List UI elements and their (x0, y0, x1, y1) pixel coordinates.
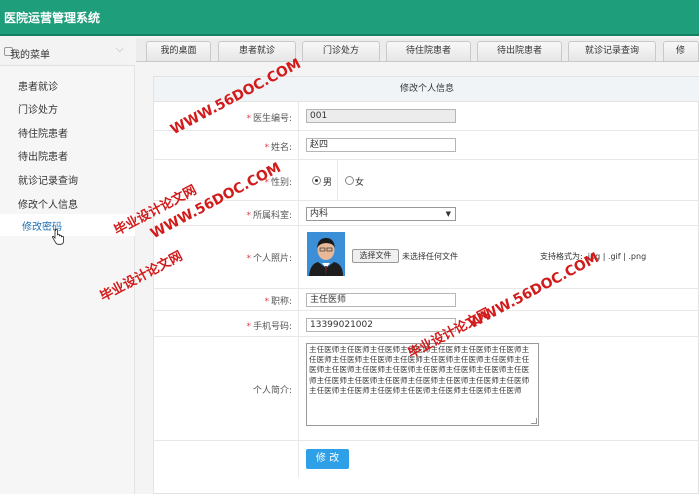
required-mark: * (246, 322, 251, 332)
sidebar-item-visit-records[interactable]: 就诊记录查询 (0, 168, 135, 190)
chevron-down-icon: ⌵ (116, 44, 124, 55)
department-label: 所属科室: (252, 211, 292, 221)
resize-grip-icon[interactable] (531, 418, 537, 424)
department-select[interactable]: 内科 ▼ (306, 207, 456, 221)
tab-outpatient-prescription[interactable]: 门诊处方 (302, 41, 380, 61)
required-mark: * (264, 143, 269, 153)
sidebar-item-label: 修改个人信息 (18, 200, 78, 211)
avatar (307, 232, 345, 276)
form-row-title: * 职称: 主任医师 (154, 289, 699, 311)
name-label: 姓名: (270, 143, 292, 153)
required-mark: * (264, 297, 269, 307)
dropdown-arrow-icon: ▼ (445, 210, 451, 218)
edit-profile-form: 修改个人信息 * 医生编号: 001 * 姓名: 赵四 * 性别: 男 女 * 所属科室… (153, 76, 699, 494)
form-row-doctor-id: * 医生编号: 001 (154, 102, 699, 131)
gender-female-label: 女 (355, 178, 365, 188)
sidebar-item-patient-visit[interactable]: 患者就诊 (0, 74, 135, 96)
photo-label: 个人照片: (252, 254, 292, 264)
form-row-name: * 姓名: 赵四 (154, 131, 699, 160)
gender-label: 性别: (270, 178, 292, 188)
app-title: 医院运营管理系统 (4, 11, 101, 25)
sidebar-item-label: 就诊记录查询 (18, 176, 78, 187)
choose-file-button[interactable]: 选择文件 (352, 249, 399, 263)
tab-pending-discharge[interactable]: 待出院患者 (477, 41, 562, 61)
form-row-photo: * 个人照片: 选择文件 未选择任何文件 支持格式为: .jpg | .gif |… (154, 226, 699, 289)
sidebar-item-label: 待住院患者 (18, 129, 68, 140)
gender-female-radio[interactable] (345, 176, 354, 185)
bio-label: 个人简介: (252, 386, 292, 396)
hand-cursor-icon (52, 229, 64, 245)
sidebar-item-label: 门诊处方 (18, 105, 58, 116)
sidebar-item-edit-profile[interactable]: 修改个人信息 (0, 192, 135, 214)
tab-bar: 我的桌面 患者就诊 门诊处方 待住院患者 待出院患者 就诊记录查询 修 (136, 38, 699, 62)
title-field[interactable]: 主任医师 (306, 293, 456, 307)
submit-button[interactable]: 修 改 (306, 449, 349, 469)
sidebar-item-pending-admission[interactable]: 待住院患者 (0, 121, 135, 143)
department-value: 内科 (310, 209, 329, 219)
gender-male-radio[interactable] (312, 176, 321, 185)
top-header: 医院运营管理系统 (0, 0, 699, 36)
required-mark: * (246, 114, 251, 124)
required-mark: * (246, 254, 251, 264)
sidebar-menu-header[interactable]: 我的菜单 ⌵ (0, 38, 135, 66)
doctor-id-field: 001 (306, 109, 456, 123)
tab-edit-profile[interactable]: 修 (663, 41, 699, 61)
tab-visit-records[interactable]: 就诊记录查询 (568, 41, 656, 61)
sidebar-item-pending-discharge[interactable]: 待出院患者 (0, 144, 135, 166)
gender-male-label: 男 (323, 178, 333, 188)
title-label: 职称: (270, 297, 292, 307)
sidebar-item-label: 待出院患者 (18, 152, 68, 163)
doctor-id-label: 医生编号: (252, 114, 292, 124)
tab-pending-admission[interactable]: 待住院患者 (386, 41, 471, 61)
tab-my-desktop[interactable]: 我的桌面 (146, 41, 211, 61)
sidebar: 我的菜单 ⌵ 患者就诊 门诊处方 待住院患者 待出院患者 就诊记录查询 修改个人… (0, 38, 135, 494)
phone-label: 手机号码: (252, 322, 292, 332)
sidebar-item-label: 患者就诊 (18, 82, 58, 93)
required-mark: * (246, 211, 251, 221)
tab-patient-visit[interactable]: 患者就诊 (218, 41, 296, 61)
sidebar-header-label: 我的菜单 (10, 50, 50, 61)
name-field[interactable]: 赵四 (306, 138, 456, 152)
no-file-text: 未选择任何文件 (402, 252, 458, 261)
form-row-department: * 所属科室: 内科 ▼ (154, 201, 699, 226)
sidebar-item-outpatient-prescription[interactable]: 门诊处方 (0, 97, 135, 119)
form-row-submit: 修 改 (154, 441, 699, 477)
